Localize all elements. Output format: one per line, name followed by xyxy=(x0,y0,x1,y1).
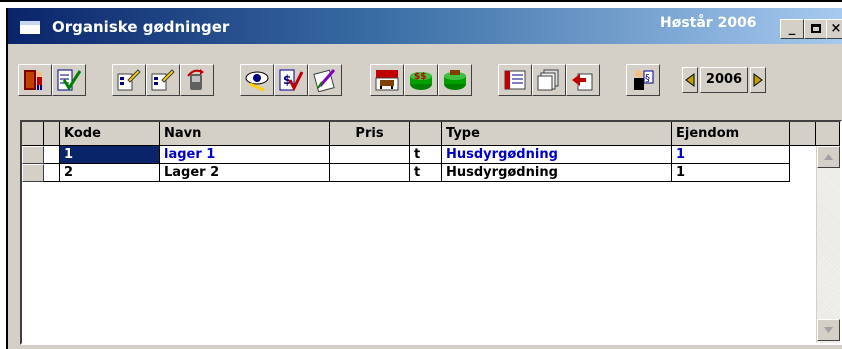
price-button[interactable]: $ xyxy=(274,64,308,96)
undo-button[interactable] xyxy=(180,64,214,96)
table-button[interactable] xyxy=(498,64,532,96)
year-display: 2006 xyxy=(700,67,748,93)
edit-list-icon xyxy=(313,69,336,92)
cell-unit[interactable]: t xyxy=(410,146,442,164)
row-indicator xyxy=(44,146,60,164)
approve-button[interactable] xyxy=(52,64,86,96)
column-header-spacer xyxy=(790,122,816,146)
edit-button[interactable] xyxy=(112,64,146,96)
manure-money-icon: $$ xyxy=(410,72,432,90)
arrow-left-icon xyxy=(685,73,695,87)
cell-navn[interactable]: Lager 2 xyxy=(160,164,330,182)
svg-text:$$: $$ xyxy=(414,72,427,82)
cell-kode[interactable]: 2 xyxy=(60,164,160,182)
row-selector[interactable] xyxy=(22,146,44,164)
manure-price-button[interactable]: $$ xyxy=(404,64,438,96)
law-button[interactable]: § xyxy=(626,64,660,96)
column-header-type[interactable]: Type xyxy=(442,122,672,146)
exit-door-icon xyxy=(24,70,42,90)
cell-kode[interactable]: 1 xyxy=(60,146,160,164)
pages-button[interactable] xyxy=(532,64,566,96)
maximize-button[interactable] xyxy=(804,19,828,39)
cell-ejendom[interactable]: 1 xyxy=(672,146,790,164)
cell-type[interactable]: Husdyrgødning xyxy=(442,164,672,182)
transfer-icon xyxy=(572,73,593,91)
row-selector[interactable] xyxy=(22,164,44,182)
manure-tank-icon xyxy=(444,70,466,90)
column-header-kode[interactable]: Kode xyxy=(60,122,160,146)
scroll-up-icon xyxy=(824,154,833,160)
cell-pris[interactable] xyxy=(330,164,410,182)
column-header-ejendom[interactable]: Ejendom xyxy=(672,122,790,146)
organic-fertilizers-window: Organiske gødninger Høstår 2006 _ × $ $$… xyxy=(6,8,842,349)
view-eye-icon xyxy=(245,71,269,92)
minimize-button[interactable]: _ xyxy=(780,19,804,39)
price-check-icon: $ xyxy=(279,69,304,92)
law-paragraph-icon: § xyxy=(634,70,654,90)
row-selector-header xyxy=(22,122,44,146)
previous-year-button[interactable] xyxy=(682,67,698,93)
cell-type[interactable]: Husdyrgødning xyxy=(442,146,672,164)
toolbar: $ $$ § 2006 xyxy=(8,44,842,112)
edit-2-button[interactable] xyxy=(146,64,180,96)
cell-ejendom[interactable]: 1 xyxy=(672,164,790,182)
column-header-unit[interactable] xyxy=(410,122,442,146)
column-header-navn[interactable]: Navn xyxy=(160,122,330,146)
table-view-icon xyxy=(504,70,526,90)
window-title: Organiske gødninger xyxy=(52,18,230,36)
cell-unit[interactable]: t xyxy=(410,164,442,182)
fertilizer-grid: Kode Navn Pris Type Ejendom 1 lager 1 t … xyxy=(20,120,842,345)
arrow-right-icon xyxy=(753,73,763,87)
close-button[interactable]: × xyxy=(826,19,842,39)
livestock-button[interactable] xyxy=(370,64,404,96)
scroll-down-button[interactable] xyxy=(817,319,840,341)
undo-mobile-icon xyxy=(187,69,204,90)
row-indicator xyxy=(44,164,60,182)
scroll-up-button[interactable] xyxy=(817,146,840,168)
transfer-button[interactable] xyxy=(566,64,600,96)
svg-text:§: § xyxy=(645,73,650,84)
edit-form-icon xyxy=(117,69,141,91)
title-bar[interactable]: Organiske gødninger Høstår 2006 _ × xyxy=(8,8,842,44)
maximize-icon xyxy=(811,24,821,33)
column-header-pris[interactable]: Pris xyxy=(330,122,410,146)
pages-icon xyxy=(537,69,559,91)
edit-form-2-icon xyxy=(151,69,175,91)
scroll-down-icon xyxy=(824,327,833,333)
livestock-cow-icon xyxy=(375,70,399,91)
window-icon xyxy=(20,21,40,34)
season-label: Høstår 2006 xyxy=(660,15,757,31)
exit-button[interactable] xyxy=(18,64,52,96)
next-year-button[interactable] xyxy=(750,67,766,93)
vertical-scrollbar[interactable] xyxy=(816,146,840,343)
manure-tank-button[interactable] xyxy=(438,64,472,96)
cell-navn[interactable]: lager 1 xyxy=(160,146,330,164)
cell-pris[interactable] xyxy=(330,146,410,164)
indicator-header xyxy=(44,122,60,146)
top-border-line xyxy=(0,0,842,2)
approve-check-icon xyxy=(57,69,82,91)
scroll-corner xyxy=(816,122,840,146)
edit-list-button[interactable] xyxy=(308,64,342,96)
view-button[interactable] xyxy=(240,64,274,96)
